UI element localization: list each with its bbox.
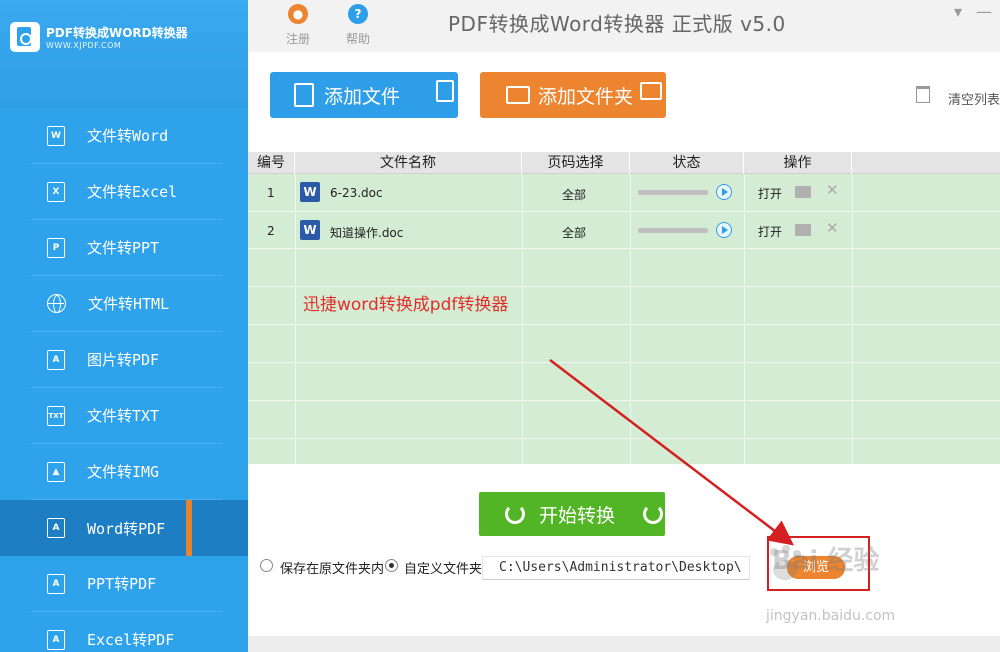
status-bar [248,636,1000,652]
sidebar-item-label: Excel转PDF [87,631,175,649]
row-pages: 全部 [562,226,587,240]
help-label: 帮助 [345,32,370,46]
add-file-label: 添加文件 [324,85,401,108]
column-header-status: 状态 [630,152,744,174]
register-label: 注册 [285,32,310,46]
folder-icon [640,82,662,100]
row-index: 2 [267,224,275,238]
logo-area: PDF转换成WORD转换器 WWW.XJPDF.COM [0,0,248,108]
column-header-pages: 页码选择 [522,152,630,174]
add-file-button[interactable]: 添加文件 [270,72,458,118]
pdf-file-icon: A [47,573,65,594]
sidebar-item-label: 文件转HTML [88,295,170,313]
register-button[interactable]: ● 注册 [278,4,318,47]
start-convert-button[interactable]: 开始转换 [479,492,665,536]
play-icon[interactable] [716,184,732,200]
watermark-url: jingyan.baidu.com [766,608,896,624]
save-custom-label[interactable]: 自定义文件夹 [404,558,484,577]
app-logo-icon [10,22,40,52]
clear-list-button[interactable]: 清空列表 [948,89,1000,108]
minimize-icon[interactable]: — [976,2,992,21]
column-header-filename: 文件名称 [295,152,522,174]
table-header: 编号 文件名称 页码选择 状态 操作 [248,152,1000,174]
top-toolbar: ● 注册 ? 帮助 PDF转换成Word转换器 正式版 v5.0 ▾ — [248,0,1000,52]
sidebar-nav: W 文件转Word X 文件转Excel P 文件转PPT 文件转HTML A … [0,108,248,652]
row-pages: 全部 [562,188,587,202]
folder-icon[interactable] [795,186,811,198]
sidebar-item-label: 文件转IMG [87,463,160,481]
refresh-icon [643,504,663,524]
folder-icon [506,86,530,104]
open-button[interactable]: 打开 [758,185,782,202]
ppt-file-icon: P [47,237,65,258]
logo-title: PDF转换成WORD转换器 [46,26,188,40]
pdf-file-icon: A [47,629,65,650]
column-header-index: 编号 [248,152,295,174]
output-path-input[interactable]: C:\Users\Administrator\Desktop\ [482,556,750,580]
sidebar-item-ppt-to-pdf[interactable]: A PPT转PDF [30,556,222,612]
excel-file-icon: X [47,181,65,202]
logo-subtitle: WWW.XJPDF.COM [46,41,122,50]
row-index: 1 [267,186,275,200]
start-convert-label: 开始转换 [539,504,616,527]
globe-icon [47,294,66,313]
sidebar-item-file-to-img[interactable]: ▲ 文件转IMG [30,444,222,500]
progress-bar [638,190,708,195]
folder-icon[interactable] [795,224,811,236]
trash-icon[interactable] [916,86,930,103]
image-file-icon: ▲ [47,461,65,482]
close-icon[interactable]: ✕ [826,181,839,199]
sidebar-item-file-to-html[interactable]: 文件转HTML [30,276,222,332]
help-button[interactable]: ? 帮助 [338,4,378,47]
row-filename: 知道操作.doc [330,226,404,240]
sidebar-item-label: 文件转TXT [87,407,160,425]
sidebar-item-file-to-word[interactable]: W 文件转Word [30,108,222,164]
add-folder-label: 添加文件夹 [538,85,634,108]
save-original-label[interactable]: 保存在原文件夹内 [280,558,383,577]
menu-dropdown-icon[interactable]: ▾ [954,2,962,21]
annotation-text: 迅捷word转换成pdf转换器 [303,295,509,315]
user-icon: ● [288,4,308,24]
txt-file-icon: TXT [47,405,65,426]
sidebar: PDF转换成WORD转换器 WWW.XJPDF.COM W 文件转Word X … [0,0,248,652]
sidebar-item-label: 文件转PPT [87,239,160,257]
pdf-file-icon: A [47,518,65,538]
sidebar-item-label: 文件转Excel [87,183,178,201]
word-file-icon: W [47,125,65,146]
sidebar-item-file-to-txt[interactable]: TXT 文件转TXT [30,388,222,444]
column-header-actions: 操作 [744,152,852,174]
refresh-icon [505,504,525,524]
open-button[interactable]: 打开 [758,223,782,240]
sidebar-item-label: 图片转PDF [87,351,160,369]
document-icon [294,83,314,107]
sidebar-item-file-to-excel[interactable]: X 文件转Excel [30,164,222,220]
sidebar-item-word-to-pdf[interactable]: A Word转PDF [0,500,248,556]
save-custom-radio[interactable] [385,559,398,572]
word-file-icon: W [300,220,320,240]
word-file-icon: W [300,182,320,202]
save-original-radio[interactable] [260,559,273,572]
window-controls: ▾ — [954,2,992,21]
sidebar-item-label: 文件转Word [87,127,169,145]
question-icon: ? [348,4,368,24]
close-icon[interactable]: ✕ [826,219,839,237]
row-filename: 6-23.doc [330,186,383,200]
sidebar-item-file-to-ppt[interactable]: P 文件转PPT [30,220,222,276]
play-icon[interactable] [716,222,732,238]
document-icon [436,80,454,102]
add-folder-button[interactable]: 添加文件夹 [480,72,666,118]
window-title: PDF转换成Word转换器 正式版 v5.0 [448,12,786,36]
sidebar-item-image-to-pdf[interactable]: A 图片转PDF [30,332,222,388]
sidebar-item-excel-to-pdf[interactable]: A Excel转PDF [30,612,222,652]
progress-bar [638,228,708,233]
watermark-brand: Bai 经验 [772,546,880,576]
pdf-file-icon: A [47,349,65,370]
sidebar-item-label: Word转PDF [87,519,166,538]
sidebar-item-label: PPT转PDF [87,575,157,593]
